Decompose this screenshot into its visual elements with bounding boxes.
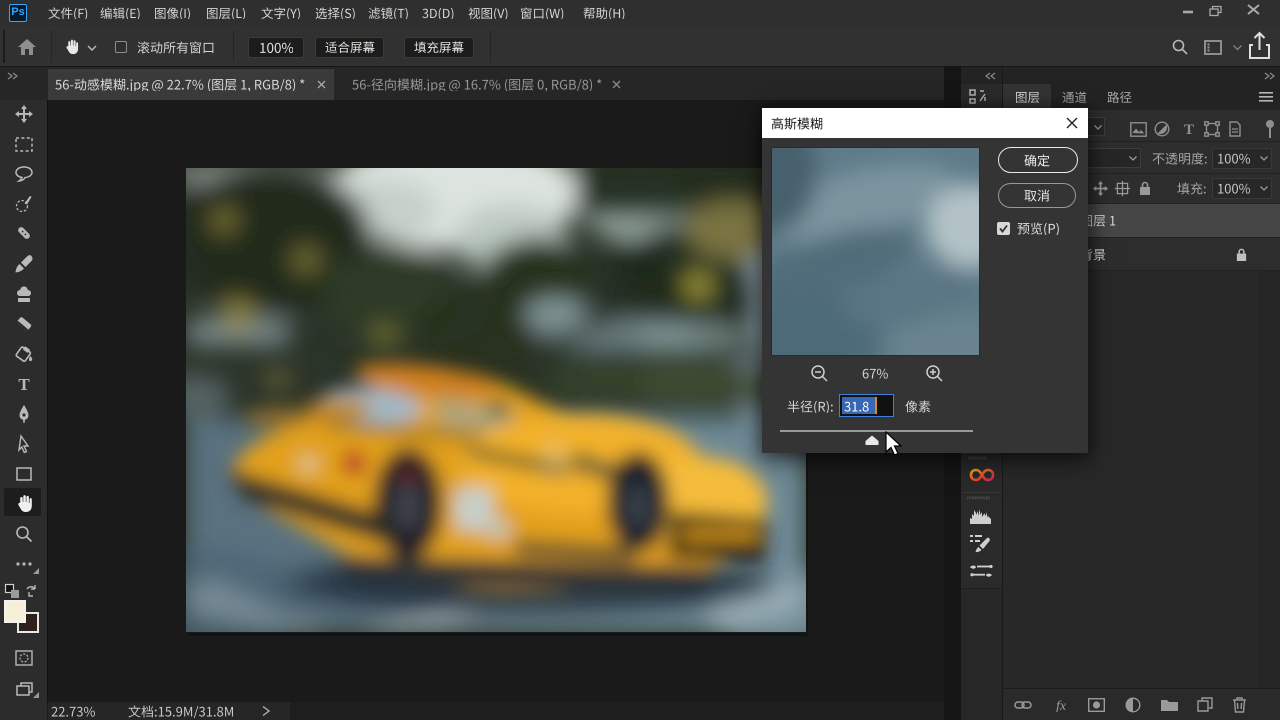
svg-text:fx: fx xyxy=(1056,699,1067,712)
svg-text:T: T xyxy=(1184,122,1194,137)
svg-text:T: T xyxy=(18,375,30,394)
